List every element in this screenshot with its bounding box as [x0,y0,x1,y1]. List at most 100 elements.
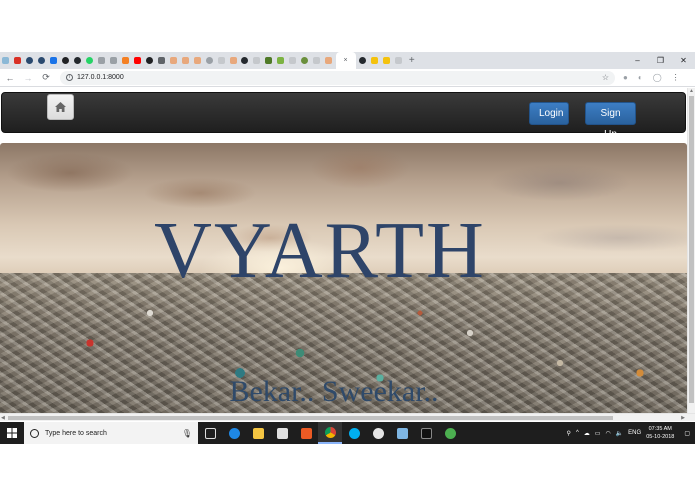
extension-icons: ● ◐ ◯ ⋮ [623,73,690,82]
taskbar-search-placeholder: Type here to search [45,429,107,437]
close-tab-icon[interactable]: × [344,57,348,64]
tab[interactable] [72,55,83,67]
tab[interactable] [0,55,11,67]
tab[interactable] [252,55,263,67]
tab[interactable] [156,55,167,67]
tab[interactable] [96,55,107,67]
system-tray: ⚲ ^ ☁ ▭ ◠ 🔈 ENG 07:35 AM 05-10-2018 ▢ [567,425,695,441]
tab[interactable] [369,55,380,67]
store-icon [276,427,288,439]
bookmark-star-icon[interactable]: ☆ [602,73,609,82]
tab[interactable] [144,55,155,67]
new-tab-button[interactable]: + [409,55,415,66]
tab[interactable] [24,55,35,67]
tab[interactable] [381,55,392,67]
address-bar[interactable]: i 127.0.0.1:8000 ☆ [60,70,615,85]
forward-button[interactable]: → [20,73,36,83]
extension-icon[interactable]: ◐ [638,73,643,82]
wifi-icon[interactable]: ◠ [605,430,610,437]
tab[interactable] [12,55,23,67]
vertical-scroll-thumb[interactable] [689,96,694,403]
profile-icon[interactable]: ◯ [653,73,662,82]
back-button[interactable]: ← [2,73,18,83]
tab[interactable] [36,55,47,67]
close-window-button[interactable]: ✕ [672,52,695,69]
horizontal-scrollbar[interactable]: ◀ ▶ [0,413,695,421]
browser-tab-strip: × + – ❐ ✕ [0,52,695,69]
clock[interactable]: 07:35 AM 05-10-2018 [646,425,674,441]
taskbar-app-terminal[interactable] [414,422,438,444]
taskbar-app-office[interactable] [294,422,318,444]
tab[interactable] [84,55,95,67]
tab[interactable] [357,55,368,67]
hero-tagline: Bekar.. Sweekar.. [229,375,439,408]
taskbar-search[interactable]: Type here to search 🎙 [24,422,198,444]
info-icon[interactable]: i [66,74,73,81]
taskbar-app-edge[interactable] [222,422,246,444]
tab[interactable] [108,55,119,67]
menu-icon[interactable]: ⋮ [672,73,680,82]
home-button[interactable] [47,94,74,120]
taskbar-app-notepad[interactable] [390,422,414,444]
taskbar-app-explorer[interactable] [246,422,270,444]
hero-title: VYARTH [154,207,486,295]
scroll-left-icon[interactable]: ◀ [1,415,5,421]
scroll-right-icon[interactable]: ▶ [681,415,685,421]
tab[interactable] [204,55,215,67]
tab[interactable] [60,55,71,67]
tab[interactable] [228,55,239,67]
tab[interactable] [180,55,191,67]
browser-toolbar: ← → ⟳ i 127.0.0.1:8000 ☆ ● ◐ ◯ ⋮ [0,69,695,87]
restore-button[interactable]: ❐ [649,52,672,69]
signup-button[interactable]: Sign Up [585,102,636,140]
vertical-scrollbar[interactable]: ▲ [687,88,695,413]
volume-icon[interactable]: 🔈 [616,430,623,437]
scroll-up-icon[interactable]: ▲ [689,88,694,94]
minimize-button[interactable]: – [626,52,649,69]
start-button[interactable] [0,422,24,444]
microphone-icon[interactable]: 🎙 [182,429,192,438]
active-tab[interactable]: × [335,52,356,69]
reload-button[interactable]: ⟳ [38,72,54,83]
tab[interactable] [276,55,287,67]
people-icon[interactable]: ⚲ [567,430,571,437]
screen: × + – ❐ ✕ ← → ⟳ i 127.0.0.1:8000 ☆ ● ◐ ◯… [0,0,695,494]
language-indicator[interactable]: ENG [628,430,641,436]
taskbar-app-store[interactable] [270,422,294,444]
taskbar-app-skype[interactable] [342,422,366,444]
tab[interactable] [324,55,335,67]
tab[interactable] [216,55,227,67]
taskbar-app-green[interactable] [438,422,462,444]
tab[interactable] [168,55,179,67]
taskbar-app-chrome[interactable] [318,422,342,444]
tab[interactable] [120,55,131,67]
taskbar-apps [198,422,462,444]
battery-icon[interactable]: ▭ [595,430,601,437]
tab[interactable] [264,55,275,67]
show-hidden-icons[interactable]: ^ [576,430,579,436]
tab[interactable] [393,55,404,67]
site-navbar: Login Sign Up [1,92,686,140]
home-icon [55,102,66,112]
windows-logo-icon [7,428,17,438]
tab[interactable] [192,55,203,67]
tab[interactable] [288,55,299,67]
tab[interactable] [132,55,143,67]
task-view-button[interactable] [198,422,222,444]
tab[interactable] [312,55,323,67]
page-viewport: Login Sign Up VYARTH Bekar.. Sweekar.. [0,88,687,413]
extension-icon[interactable]: ● [623,73,628,82]
window-controls: – ❐ ✕ [626,52,695,69]
horizontal-scroll-thumb[interactable] [8,416,613,420]
tab[interactable] [240,55,251,67]
edge-icon [228,427,240,439]
tab[interactable] [48,55,59,67]
skype-icon [348,427,360,439]
login-button[interactable]: Login [529,102,569,125]
office-icon [300,427,312,439]
url-text: 127.0.0.1:8000 [77,74,124,81]
notification-icon[interactable]: ▢ [684,430,690,437]
taskbar-app-github[interactable] [366,422,390,444]
tab[interactable] [300,55,311,67]
onedrive-icon[interactable]: ☁ [584,430,590,437]
